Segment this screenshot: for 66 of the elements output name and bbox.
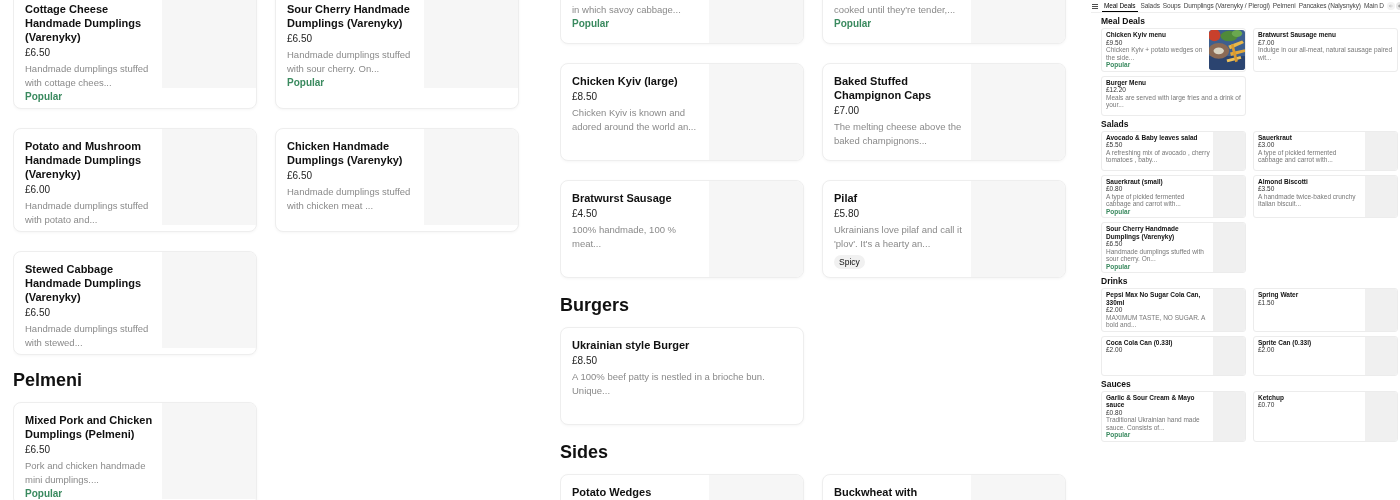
item-price: £6.50 — [287, 32, 313, 46]
menu-item-card[interactable]: Potato and Mushroom Handmade Dumplings (Varenyky) £6.00 Handmade dumplings stuffed with potato and... — [13, 128, 257, 232]
menu-item-card[interactable]: Stewed Cabbage Handmade Dumplings (Varenyky) £6.50 Handmade dumplings stuffed with stewed... — [13, 251, 257, 355]
item-description: Handmade dumplings stuffed with stewed... — [25, 322, 150, 350]
section-heading: Salads — [1101, 118, 1130, 129]
menu-item-card[interactable]: Cottage Cheese Handmade Dumplings (Varenyky) £6.50 Handmade dumplings stuffed with cottage chees... Popular — [13, 0, 257, 109]
menu-item-card[interactable]: Mixed Pork and Chicken Dumplings (Pelmeni) £6.50 Pork and chicken handmade mini dumplings.... Popular — [13, 402, 257, 500]
item-price: £5.80 — [834, 207, 860, 221]
item-price: £8.50 — [572, 354, 598, 368]
menu-item-card[interactable]: Potato Wedges — [560, 474, 804, 500]
menu-icon[interactable] — [1092, 3, 1098, 9]
section-heading: Sauces — [1101, 378, 1132, 389]
menu-item-card[interactable]: Buckwheat with — [822, 474, 1066, 500]
item-price: £4.50 — [572, 207, 598, 221]
item-name: Mixed Pork and Chicken Dumplings (Pelmeni) — [25, 413, 154, 441]
item-name: Cottage Cheese Handmade Dumplings (Varenyky) — [25, 2, 143, 44]
popular-label: Popular — [572, 17, 610, 31]
item-name: Potato and Mushroom Handmade Dumplings (Varenyky) — [25, 139, 143, 181]
item-name: Potato Wedges — [572, 485, 652, 499]
section-heading: Meal Deals — [1101, 16, 1146, 26]
item-name: Chicken Kyiv (large) — [572, 74, 678, 88]
item-name: Buckwheat with — [834, 485, 918, 499]
item-description: The melting cheese above the baked champignons... — [834, 120, 963, 148]
item-description: in which savoy cabbage... — [572, 3, 681, 17]
menu-item-card[interactable]: Sour Cherry Handmade Dumplings (Varenyky) £6.50 Handmade dumplings stuffed with sour cherry. On... Popular — [275, 0, 519, 109]
section-heading: Pelmeni — [13, 369, 84, 391]
popular-label: Popular — [834, 17, 872, 31]
section-heading: Burgers — [560, 294, 631, 316]
menu-item-card[interactable]: Baked Stuffed Champignon Caps £7.00 The melting cheese above the baked champignons... — [822, 63, 1066, 161]
item-price: £6.50 — [25, 306, 51, 320]
section-heading: Drinks — [1101, 276, 1129, 286]
item-description: Handmade dumplings stuffed with potato and... — [25, 199, 150, 227]
menu-item-card[interactable]: Ukrainian style Burger £8.50 A 100% beef patty is nestled in a brioche bun. Unique... — [560, 327, 804, 425]
item-name: Ukrainian style Burger — [572, 338, 690, 352]
tag-chip: Spicy — [834, 255, 865, 269]
item-name: Stewed Cabbage Handmade Dumplings (Varenyky) — [25, 262, 143, 304]
item-description: 100% handmade, 100 % meat... — [572, 223, 678, 251]
item-description: Pork and chicken handmade mini dumplings.... — [25, 459, 147, 487]
menu-item-card[interactable]: Bratwurst Sausage £4.50 100% handmade, 100 % meat... — [560, 180, 804, 278]
item-price: £6.50 — [287, 169, 313, 183]
item-price: £8.50 — [572, 90, 598, 104]
item-description: A 100% beef patty is nestled in a brioche bun. Unique... — [572, 370, 766, 398]
item-price: £6.50 — [25, 46, 51, 60]
menu-item-card[interactable]: Pilaf £5.80 Ukrainians love pilaf and call it 'plov'. It's a hearty an... Spicy — [822, 180, 1066, 278]
item-description: cooked until they're tender,... — [834, 3, 956, 17]
item-description: Ukrainians love pilaf and call it 'plov'. It's a hearty an... — [834, 223, 963, 251]
item-name: Bratwurst Sausage — [572, 191, 672, 205]
item-description: Handmade dumplings stuffed with cottage chees... — [25, 62, 150, 90]
item-description: Chicken Kyiv is known and adored around the world an... — [572, 106, 698, 134]
menu-item-card[interactable]: in which savoy cabbage... Popular — [560, 0, 804, 44]
section-heading: Sides — [560, 441, 610, 463]
popular-label: Popular — [287, 76, 325, 90]
item-name: Pilaf — [834, 191, 858, 205]
menu-item-card[interactable]: cooked until they're tender,... Popular — [822, 0, 1066, 44]
menu-item-card[interactable]: Chicken Handmade Dumplings (Varenyky) £6.50 Handmade dumplings stuffed with chicken meat ... — [275, 128, 519, 232]
item-name: Chicken Handmade Dumplings (Varenyky) — [287, 139, 404, 167]
item-price: £7.00 — [834, 104, 860, 118]
item-description: Handmade dumplings stuffed with sour cherry. On... — [287, 48, 412, 76]
popular-label: Popular — [25, 487, 63, 500]
item-name: Baked Stuffed Champignon Caps — [834, 74, 933, 102]
item-name: Sour Cherry Handmade Dumplings (Varenyky) — [287, 2, 411, 30]
item-description: Handmade dumplings stuffed with chicken meat ... — [287, 185, 412, 213]
menu-item-card[interactable]: Chicken Kyiv (large) £8.50 Chicken Kyiv is known and adored around the world an... — [560, 63, 804, 161]
item-price: £6.50 — [25, 443, 51, 457]
popular-label: Popular — [25, 90, 63, 104]
item-price: £6.00 — [25, 183, 51, 197]
